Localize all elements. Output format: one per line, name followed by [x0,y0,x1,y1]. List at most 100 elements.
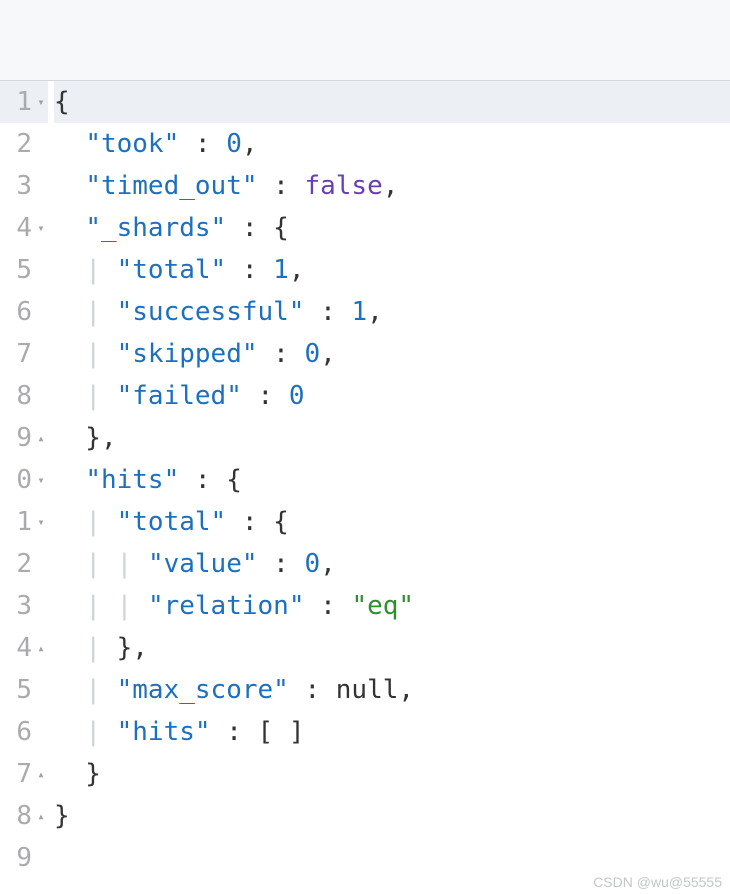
fold-column[interactable]: ▾▾▴▾▾▴▴▴ [34,81,48,894]
code-token [54,717,85,747]
code-line[interactable]: | "max_score" : null, [54,669,730,711]
code-token: , [289,255,305,285]
code-token: "total" [117,255,227,285]
line-number[interactable]: 6 [0,711,34,753]
code-line[interactable]: "hits" : { [54,459,730,501]
code-token: , [242,129,258,159]
code-token: : { [226,213,289,243]
code-token: "timed_out" [85,171,257,201]
code-token: , [320,339,336,369]
fold-toggle-icon[interactable]: ▴ [34,417,48,459]
code-line[interactable]: } [54,753,730,795]
line-number[interactable]: 5 [0,669,34,711]
code-line[interactable] [54,837,730,879]
fold-toggle-icon[interactable]: ▴ [34,795,48,837]
line-number[interactable]: 9 [0,837,34,879]
code-token: | [85,381,116,411]
line-number[interactable]: 0 [0,459,34,501]
code-token: | | [85,591,148,621]
code-token [54,213,85,243]
code-token: , [398,675,414,705]
code-token: : [258,171,305,201]
watermark-text: CSDN @wu@55555 [593,874,722,890]
line-number[interactable]: 6 [0,291,34,333]
fold-toggle-icon[interactable]: ▾ [34,459,48,501]
code-token: : [ ] [211,717,305,747]
code-line[interactable]: | "total" : { [54,501,730,543]
code-token: : [289,675,336,705]
code-token: | [85,675,116,705]
code-token: 1 [273,255,289,285]
code-token: , [367,297,383,327]
code-token [54,507,85,537]
line-number[interactable]: 1 [0,81,34,123]
code-line[interactable]: | "total" : 1, [54,249,730,291]
code-line[interactable]: | "hits" : [ ] [54,711,730,753]
code-editor[interactable]: 1234567890123456789 ▾▾▴▾▾▴▴▴ { "took" : … [0,81,730,894]
line-number[interactable]: 4 [0,627,34,669]
code-token: 0 [304,339,320,369]
code-token [54,171,85,201]
code-token: | [85,717,116,747]
code-token: "successful" [117,297,305,327]
line-number[interactable]: 3 [0,585,34,627]
code-token: : [258,549,305,579]
line-number[interactable]: 4 [0,207,34,249]
fold-spacer [34,669,48,711]
fold-toggle-icon[interactable]: ▾ [34,81,48,123]
fold-spacer [34,585,48,627]
code-token: } [54,801,70,831]
code-token: : [242,381,289,411]
line-number[interactable]: 3 [0,165,34,207]
code-token: : [304,591,351,621]
line-number[interactable]: 7 [0,753,34,795]
code-line[interactable]: | "skipped" : 0, [54,333,730,375]
code-line[interactable]: } [54,795,730,837]
code-line[interactable]: { [54,81,730,123]
line-number[interactable]: 2 [0,123,34,165]
fold-toggle-icon[interactable]: ▾ [34,501,48,543]
line-number[interactable]: 5 [0,249,34,291]
line-number[interactable]: 2 [0,543,34,585]
code-token: , [383,171,399,201]
code-token: "_shards" [85,213,226,243]
line-number[interactable]: 7 [0,333,34,375]
code-token: | | [85,549,148,579]
code-token: 0 [226,129,242,159]
code-token: : { [179,465,242,495]
code-token: "relation" [148,591,305,621]
code-line[interactable]: | | "relation" : "eq" [54,585,730,627]
code-token [54,633,85,663]
fold-toggle-icon[interactable]: ▾ [34,207,48,249]
code-token: : { [226,507,289,537]
code-line[interactable]: | "failed" : 0 [54,375,730,417]
code-line[interactable]: "timed_out" : false, [54,165,730,207]
code-token: false [304,171,382,201]
fold-spacer [34,291,48,333]
line-number[interactable]: 8 [0,375,34,417]
line-number[interactable]: 9 [0,417,34,459]
line-number[interactable]: 8 [0,795,34,837]
code-token: { [54,87,70,117]
line-number[interactable]: 1 [0,501,34,543]
code-token [54,297,85,327]
code-line[interactable]: }, [54,417,730,459]
fold-spacer [34,165,48,207]
fold-spacer [34,249,48,291]
code-line[interactable]: | | "value" : 0, [54,543,730,585]
code-line[interactable]: "took" : 0, [54,123,730,165]
fold-toggle-icon[interactable]: ▴ [34,753,48,795]
fold-toggle-icon[interactable]: ▴ [34,627,48,669]
code-token: : [304,297,351,327]
code-token: }, [54,423,117,453]
code-area[interactable]: { "took" : 0, "timed_out" : false, "_sha… [48,81,730,894]
code-line[interactable]: "_shards" : { [54,207,730,249]
line-number-gutter[interactable]: 1234567890123456789 [0,81,34,894]
code-token: | [85,255,116,285]
code-token: }, [117,633,148,663]
code-token [54,549,85,579]
code-line[interactable]: | "successful" : 1, [54,291,730,333]
code-token: null [336,675,399,705]
code-line[interactable]: | }, [54,627,730,669]
code-token: : [226,255,273,285]
